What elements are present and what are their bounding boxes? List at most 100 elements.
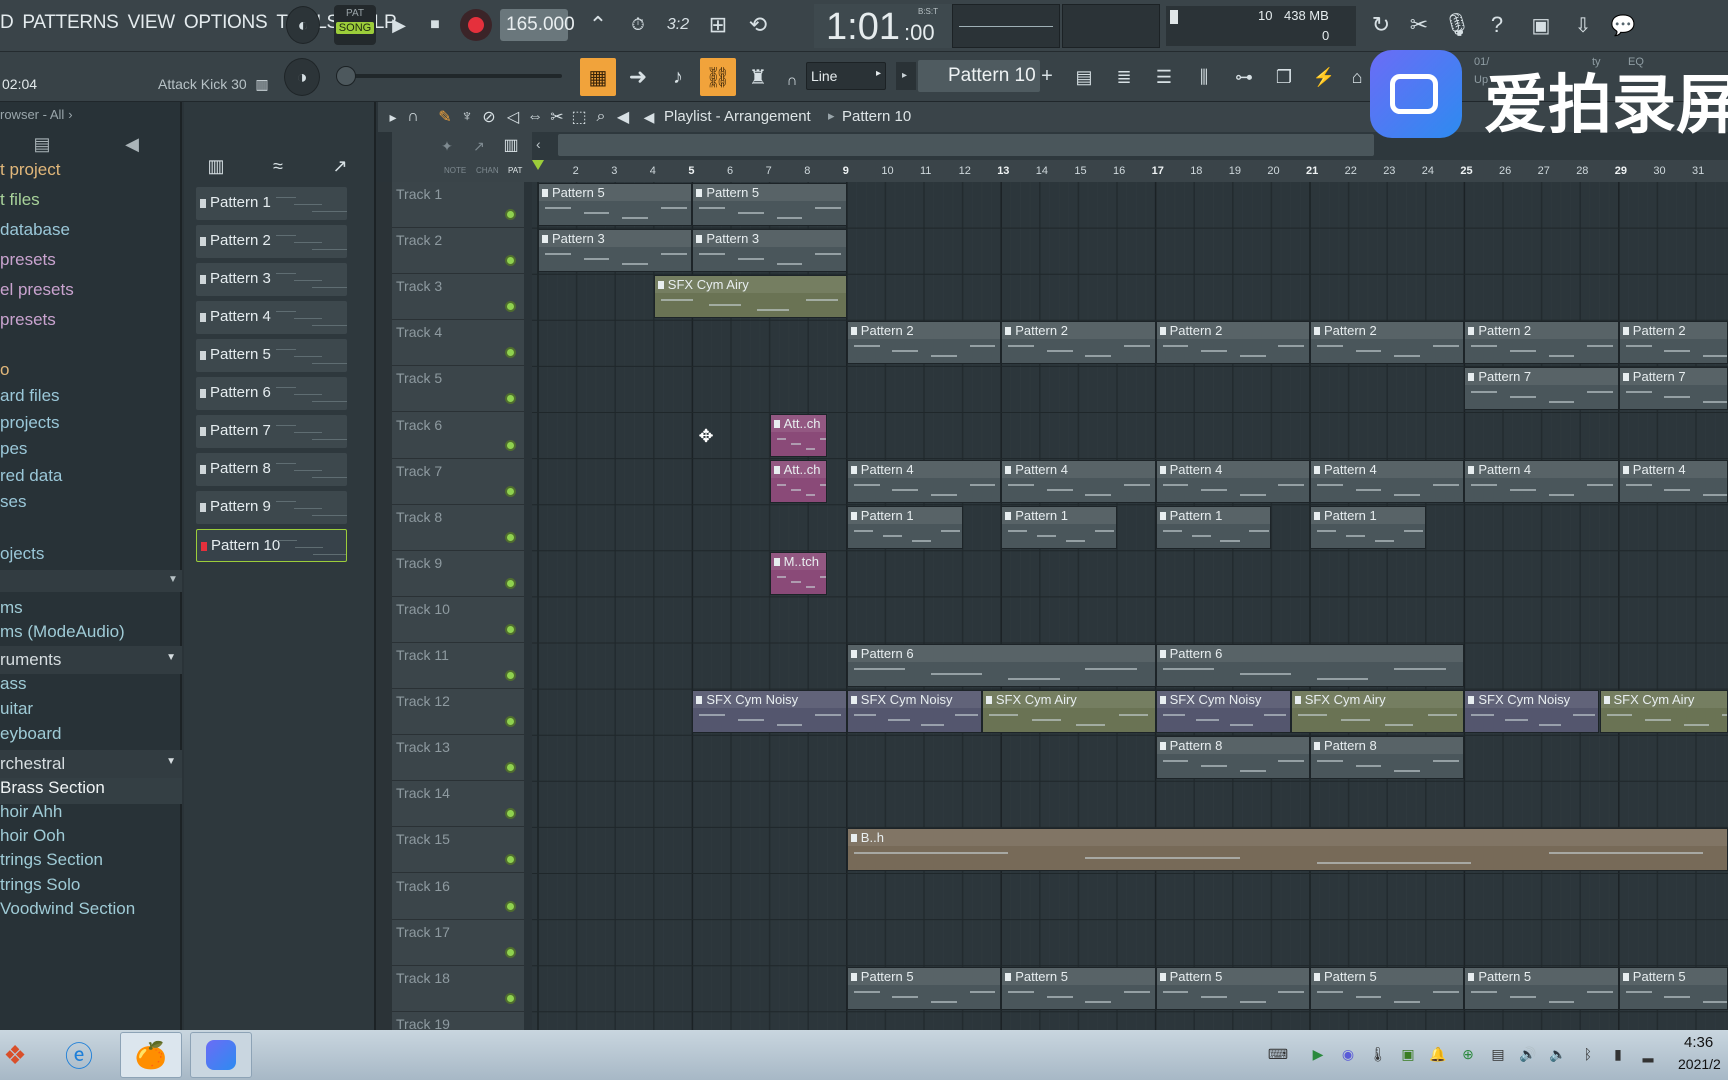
browser-item[interactable]: presets [0, 310, 56, 330]
paint-brush-icon[interactable]: ♆ [456, 106, 478, 128]
playlist-clip[interactable]: Pattern 8 [1155, 736, 1310, 780]
playlist-clip[interactable]: Pattern 5 [1464, 966, 1619, 1010]
tray-signal-icon[interactable]: ▂ [1638, 1040, 1658, 1068]
pattern-item[interactable]: Pattern 1 [196, 187, 347, 220]
playlist-clip[interactable]: Pattern 1 [1155, 505, 1272, 549]
add-pattern-button[interactable]: + [1036, 62, 1058, 90]
browser-item[interactable]: database [0, 220, 70, 240]
track-header[interactable]: Track 3 [392, 274, 524, 321]
playlist-clip[interactable]: Pattern 4 [1464, 459, 1619, 503]
microphone-icon[interactable]: 🎙 [1440, 8, 1474, 42]
piano-keys-icon[interactable]: ▥ [202, 154, 230, 178]
browser-item[interactable]: ard files [0, 386, 60, 406]
browser-item[interactable]: ms (ModeAudio) [0, 622, 125, 642]
playlist-clip[interactable]: Pattern 5 [1618, 966, 1728, 1010]
tab-chan[interactable]: CHAN [476, 166, 499, 175]
tray-bell-icon[interactable]: 🔔 [1428, 1040, 1448, 1068]
track-mute-led-icon[interactable] [505, 255, 516, 267]
browser-item[interactable]: presets [0, 250, 56, 270]
track-mute-led-icon[interactable] [505, 992, 516, 1004]
countdown-icon[interactable]: 3:2 [660, 8, 696, 42]
track-header[interactable]: Track 5 [392, 366, 524, 413]
master-pitch-knob-icon[interactable]: ◑ [284, 58, 320, 96]
browser-item[interactable]: t project [0, 160, 60, 180]
online-refresh-icon[interactable]: ↻ [1364, 8, 1398, 42]
channel-routing-icon[interactable]: ⊶ [1226, 58, 1262, 96]
menu-2[interactable]: VIEW [128, 12, 176, 34]
track-header[interactable]: Track 15 [392, 827, 524, 874]
track-scrollbar[interactable] [376, 182, 392, 1030]
note-view-icon[interactable]: ✦ [436, 136, 458, 156]
track-mute-led-icon[interactable] [505, 854, 516, 866]
playlist-clip[interactable]: Pattern 4 [846, 459, 1002, 503]
playlist-clip[interactable]: Pattern 7 [1618, 367, 1728, 411]
typing-keyboard-icon[interactable]: ♪ [660, 58, 696, 96]
playlist-grid[interactable]: Pattern 5 Pattern 5 Pattern 3 Pattern 3 SFX … [532, 182, 1728, 1030]
track-mute-led-icon[interactable] [505, 946, 516, 958]
audio-wave-icon[interactable]: ≈ [264, 154, 292, 178]
channel-view-icon[interactable]: ↗ [468, 136, 490, 156]
save-icon[interactable]: ▣ [1524, 8, 1558, 42]
track-header[interactable]: Track 4 [392, 320, 524, 367]
playlist-clip[interactable]: Pattern 2 [1001, 321, 1156, 365]
playlist-clip[interactable]: SFX Cym Noisy [692, 690, 847, 734]
playlist-clip[interactable]: SFX Cym Noisy [1464, 690, 1600, 734]
browser-speaker-icon[interactable]: ◀ [120, 132, 144, 156]
menu-1[interactable]: PATTERNS [22, 12, 118, 34]
browser-item[interactable]: projects [0, 413, 60, 433]
browser-item[interactable]: ass [0, 674, 26, 694]
record-icon[interactable] [460, 9, 492, 41]
automation-curve-icon[interactable]: ↗ [326, 154, 354, 178]
playlist-clip[interactable]: SFX Cym Noisy [846, 690, 982, 734]
help-icon[interactable]: ? [1480, 8, 1514, 42]
playback-tool-icon[interactable]: ◀ [612, 106, 634, 128]
master-volume-knob-icon[interactable]: ◐ [286, 6, 320, 44]
playlist-clip[interactable]: Pattern 4 [1310, 459, 1465, 503]
track-mute-led-icon[interactable] [505, 531, 516, 543]
playlist-clip[interactable]: Pattern 2 [1155, 321, 1310, 365]
track-header[interactable]: Track 8 [392, 505, 524, 551]
draw-pencil-icon[interactable]: ✎ [434, 106, 456, 128]
track-header[interactable]: Track 7 [392, 459, 524, 505]
track-mute-led-icon[interactable] [505, 900, 516, 912]
playlist-clip[interactable]: Pattern 5 [1001, 966, 1156, 1010]
track-header[interactable]: Track 16 [392, 874, 524, 920]
tray-battery-icon[interactable]: ▮ [1608, 1040, 1628, 1068]
pattern-selector[interactable]: Pattern 10 [918, 60, 1040, 92]
tray-network-icon[interactable]: ▤ [1488, 1040, 1508, 1068]
playlist-clip[interactable]: Pattern 3 [692, 229, 847, 273]
zoom-tool-icon[interactable]: ⌕ [590, 106, 612, 128]
pattern-item[interactable]: Pattern 7 [196, 415, 347, 448]
browser-category[interactable]: ruments ▼ [0, 646, 182, 674]
touch-keyboard-icon[interactable]: ⌂ [1346, 58, 1368, 96]
playlist-clip[interactable]: B..h [846, 828, 1728, 872]
pat-label[interactable]: PAT [334, 8, 376, 19]
track-header[interactable]: Track 14 [392, 781, 524, 828]
pattern-view-icon[interactable]: ▥ [500, 134, 522, 156]
playlist-clip[interactable]: Pattern 1 [846, 505, 963, 549]
magnet-icon[interactable]: ∩ [782, 68, 802, 92]
playlist-menu-arrow-icon[interactable]: ▸ [382, 106, 404, 128]
playhead-marker-icon[interactable] [532, 160, 544, 170]
playlist-clip[interactable]: Pattern 5 [1310, 966, 1465, 1010]
browser-item[interactable]: Voodwind Section [0, 899, 135, 919]
playlist-clip[interactable]: Pattern 4 [1618, 459, 1728, 503]
browser-icon[interactable]: ❐ [1266, 58, 1302, 96]
playlist-clip[interactable]: Pattern 1 [1310, 505, 1426, 549]
browser-item[interactable]: o [0, 360, 9, 380]
browser-file-icon[interactable]: ▤ [30, 132, 54, 156]
menu-3[interactable]: OPTIONS [184, 12, 268, 34]
playlist-clip[interactable]: SFX Cym Airy [1290, 690, 1465, 734]
plugin-picker-icon[interactable]: ⚡ [1306, 58, 1342, 96]
tray-thermometer-icon[interactable]: 🌡 [1368, 1040, 1388, 1068]
track-mute-led-icon[interactable] [505, 347, 516, 359]
playlist-clip[interactable]: Pattern 2 [1618, 321, 1728, 365]
track-header[interactable]: Track 17 [392, 920, 524, 966]
browser-item[interactable]: el presets [0, 280, 74, 300]
playlist-clip[interactable]: SFX Cym Airy [1599, 690, 1728, 734]
piano-roll-icon[interactable]: ≣ [1106, 58, 1142, 96]
ie-browser-icon[interactable]: ⓔ [58, 1034, 100, 1076]
browser-item[interactable]: pes [0, 439, 27, 459]
browser-item[interactable]: ojects [0, 544, 44, 564]
browser-item[interactable]: eyboard [0, 724, 61, 744]
